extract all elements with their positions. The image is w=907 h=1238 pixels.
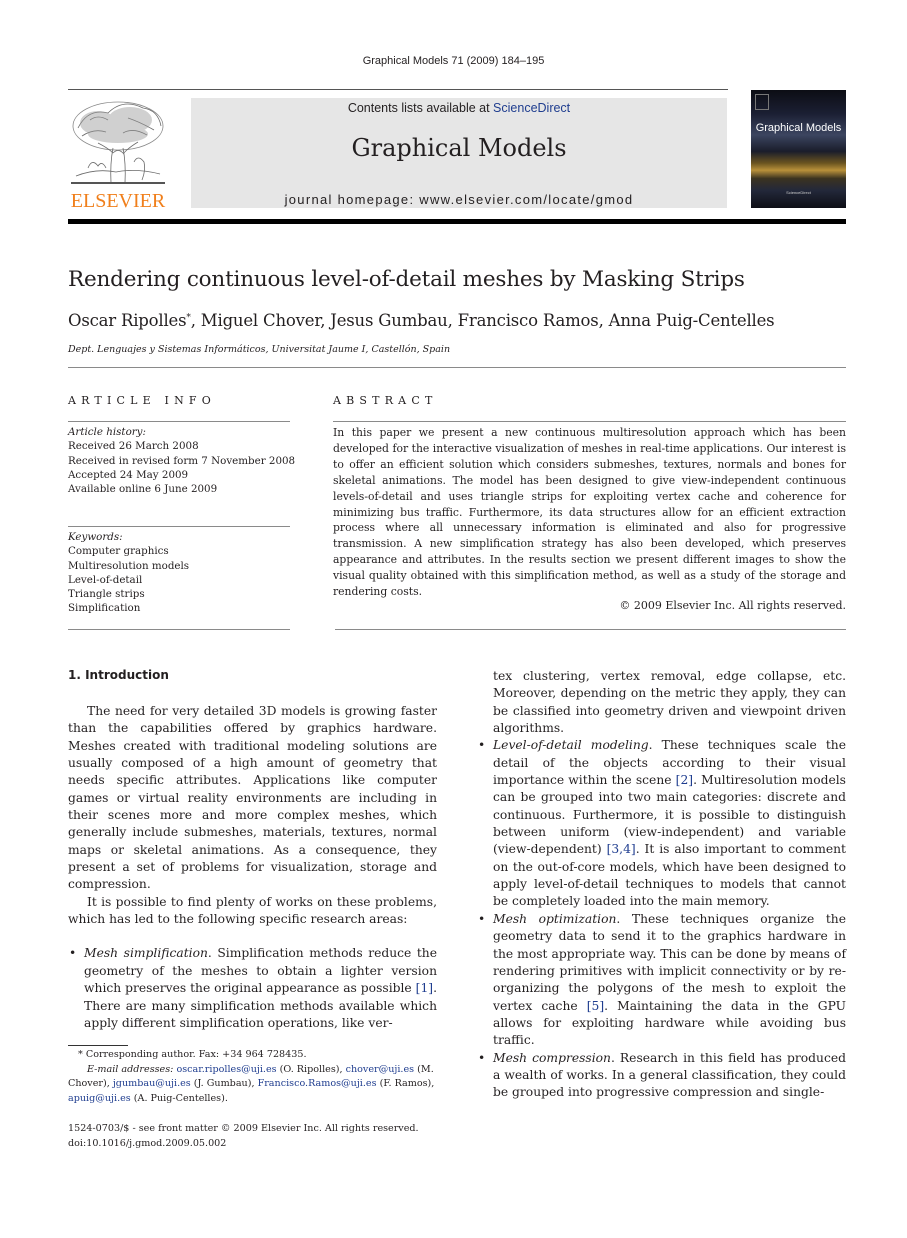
bullet-icon: • [69,946,77,961]
history-item: Available online 6 June 2009 [68,483,218,496]
header-rule [68,89,728,90]
email-link[interactable]: jgumbau@uji.es [113,1078,191,1089]
history-item: Received in revised form 7 November 2008 [68,454,296,467]
list-term: Level-of-detail modeling [493,738,649,753]
cover-footer: ScienceDirect [786,190,811,195]
keyword: Simplification [68,602,141,615]
email-link[interactable]: oscar.ripolles@uji.es [176,1064,276,1075]
email-link[interactable]: apuig@uji.es [68,1093,131,1104]
history-label: Article history: [68,426,146,438]
divider [68,629,290,630]
keyword: Level-of-detail [68,573,143,586]
bullet-icon: • [478,911,486,926]
list-item: • Mesh optimization. These techniques org… [477,911,846,1050]
divider [335,629,846,630]
email-owner: (A. Puig-Centelles). [133,1092,228,1104]
list-item: • Mesh simplification. Simplification met… [68,945,437,1032]
paragraph-continued: tex clustering, vertex removal, edge col… [493,669,846,736]
author[interactable]: Anna Puig-Centelles [609,311,775,330]
email-owner: (F. Ramos), [379,1078,435,1090]
history-item: Received 26 March 2008 [68,440,199,453]
citation-link[interactable]: [1] [416,981,433,995]
contents-prefix: Contents lists available at [347,101,494,115]
issn-line: 1524-0703/$ - see front matter © 2009 El… [68,1123,419,1134]
cover-badge-icon [755,94,769,110]
citation-link[interactable]: [2] [676,773,693,787]
divider [333,421,846,422]
keyword: Multiresolution models [68,559,190,572]
email-owner: (O. Ripolles), [279,1063,346,1075]
author[interactable]: Miguel Chover [201,311,321,330]
abstract-heading: ABSTRACT [333,394,438,407]
journal-banner: Contents lists available at ScienceDirec… [191,98,727,208]
divider [68,367,846,368]
abstract-copyright: © 2009 Elsevier Inc. All rights reserved… [619,599,846,612]
author[interactable]: Jesus Gumbau [330,311,447,330]
list-item: • Level-of-detail modeling. These techniq… [477,737,846,910]
email-label: E-mail addresses: [87,1063,174,1075]
corresponding-mark[interactable]: * [186,313,191,323]
divider [68,526,290,527]
list-term: Mesh optimization [493,911,617,926]
author[interactable]: Oscar Ripolles [68,311,187,330]
article-title: Rendering continuous level-of-detail mes… [68,267,745,292]
article-history: Article history: Received 26 March 2008 … [68,425,298,496]
publisher-name: ELSEVIER [70,190,166,212]
list-term: Mesh compression [493,1050,611,1065]
citation-link[interactable]: [3,4] [607,842,636,856]
front-matter: 1524-0703/$ - see front matter © 2009 El… [68,1122,448,1151]
masthead-rule [68,219,846,224]
abstract-text: In this paper we present a new continuou… [333,426,846,599]
list-item: • Mesh compression. Research in this fiel… [477,1050,846,1102]
citation-link[interactable]: [5] [587,999,604,1013]
divider [68,421,290,422]
footnote-rule [68,1045,128,1046]
email-link[interactable]: Francisco.Ramos@uji.es [258,1078,377,1089]
affiliation: Dept. Lenguajes y Sistemas Informáticos,… [68,344,451,355]
bullet-icon: • [478,1050,486,1065]
right-column: tex clustering, vertex removal, edge col… [477,668,846,1102]
left-column: The need for very detailed 3D models is … [68,703,437,1032]
article-info-heading: ARTICLE INFO [68,394,216,407]
contents-line: Contents lists available at ScienceDirec… [191,101,727,115]
paragraph: The need for very detailed 3D models is … [68,704,437,892]
doi-link[interactable]: doi:10.1016/j.gmod.2009.05.002 [68,1137,448,1152]
keywords-label: Keywords: [68,531,123,543]
history-item: Accepted 24 May 2009 [68,468,189,481]
journal-homepage-link[interactable]: journal homepage: www.elsevier.com/locat… [191,192,727,207]
author-list: Oscar Ripolles*, Miguel Chover, Jesus Gu… [68,311,775,330]
running-head: Graphical Models 71 (2009) 184–195 [362,55,545,67]
paragraph: It is possible to find plenty of works o… [68,894,437,927]
corresponding-note: * Corresponding author. Fax: +34 964 728… [68,1048,438,1063]
email-owner: (J. Gumbau), [193,1078,258,1090]
email-list: E-mail addresses: oscar.ripolles@uji.es … [68,1063,438,1107]
footnote: * Corresponding author. Fax: +34 964 728… [68,1048,438,1106]
list-text: . These techniques organize the geometry… [493,911,846,1013]
corresponding-text: Corresponding author. Fax: +34 964 72843… [85,1049,307,1060]
footnote-mark: * [78,1049,83,1060]
sciencedirect-link[interactable]: ScienceDirect [493,101,570,115]
bullet-icon: • [478,738,486,753]
journal-cover-image: Graphical Models ScienceDirect [751,90,846,208]
cover-title: Graphical Models [755,122,842,134]
keyword: Computer graphics [68,545,169,558]
section-heading: 1. Introduction [68,668,169,682]
keywords: Keywords: Computer graphics Multiresolut… [68,530,298,616]
keyword: Triangle strips [68,588,145,601]
email-link[interactable]: chover@uji.es [346,1064,414,1075]
list-term: Mesh simplification [84,946,208,961]
journal-title: Graphical Models [351,134,567,162]
author[interactable]: Francisco Ramos [458,311,599,330]
